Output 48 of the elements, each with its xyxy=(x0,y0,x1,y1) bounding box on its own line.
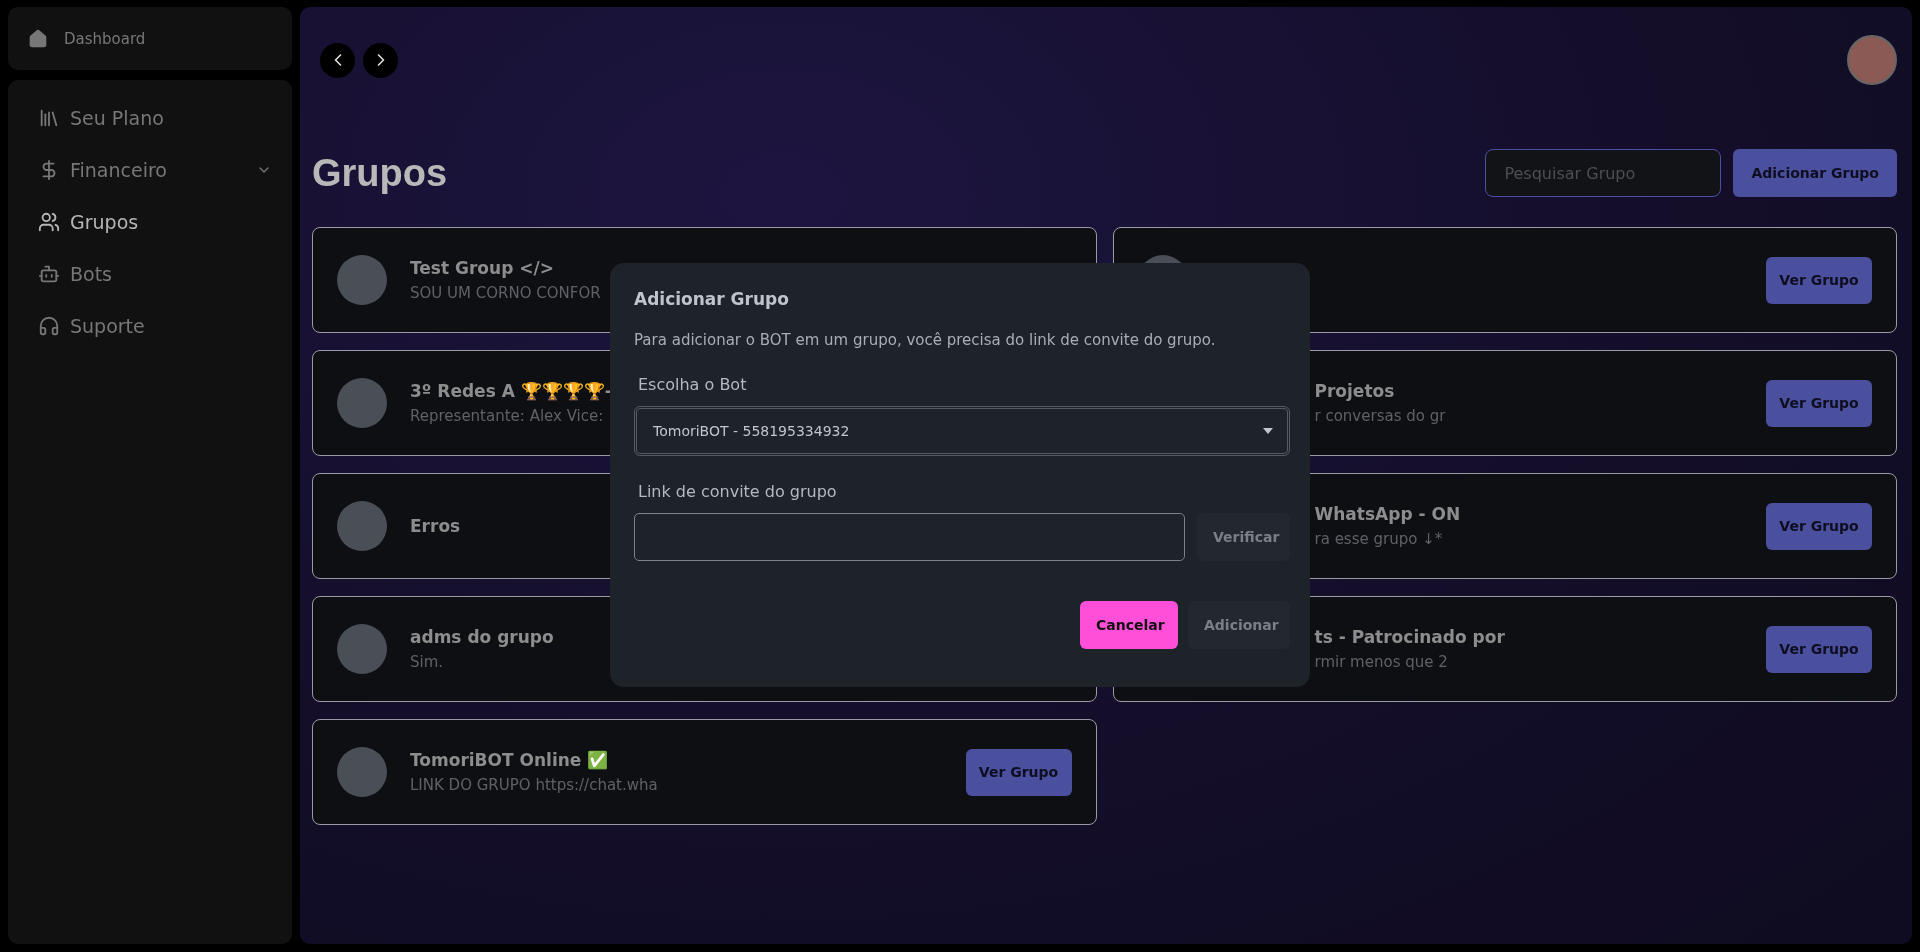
group-name: 3º Redes A 🏆🏆🏆🏆- xyxy=(410,381,612,401)
group-name: Projetos xyxy=(1314,381,1395,401)
view-group-button[interactable]: Ver Grupo xyxy=(1766,379,1872,427)
bot-select[interactable]: TomoriBOT - 558195334932 xyxy=(634,406,1290,456)
group-avatar xyxy=(337,255,387,305)
nav-icon xyxy=(38,263,60,285)
input-field[interactable] xyxy=(634,513,1185,561)
group-description: SOU UM CORNO CONFOR xyxy=(410,284,601,302)
group-description: Representante: Alex Vice: xyxy=(410,407,604,425)
view-group-button[interactable]: Ver Grupo xyxy=(1766,256,1872,304)
group-name: Erros xyxy=(410,516,461,536)
dropdown-triangle-icon xyxy=(1263,428,1273,434)
search-field[interactable]: Pesquisar Grupo xyxy=(1485,149,1722,197)
field-label: Link de convite do grupo xyxy=(638,482,838,501)
sidebar-item[interactable]: Suporte xyxy=(8,300,292,352)
dashboard-link[interactable]: Dashboard xyxy=(28,28,146,49)
view-group-button[interactable]: Ver Grupo xyxy=(1766,625,1872,673)
page-title: Grupos xyxy=(312,151,448,195)
group-name: adms do grupo xyxy=(410,627,554,647)
group-avatar xyxy=(337,501,387,551)
cancel-button[interactable]: Cancelar xyxy=(1080,601,1178,649)
group-description: Sim. xyxy=(410,653,444,671)
nav-icon xyxy=(38,107,60,129)
group-avatar xyxy=(337,624,387,674)
sidebar-item[interactable]: Bots xyxy=(8,248,292,300)
field-label: Escolha o Bot xyxy=(638,375,748,394)
group-avatar xyxy=(337,747,387,797)
group-name: TomoriBOT Online ✅ xyxy=(410,750,609,770)
group-name: WhatsApp - ON xyxy=(1314,504,1461,524)
group-avatar xyxy=(337,378,387,428)
group-description: rmir menos que 2 xyxy=(1314,653,1448,671)
dialog-title: Adicionar Grupo xyxy=(634,289,790,309)
group-name: ts - Patrocinado por xyxy=(1314,627,1505,647)
view-group-button[interactable]: Ver Grupo xyxy=(1766,502,1872,550)
dialog-description: Para adicionar o BOT em um grupo, você precisa do link de convite do grupo. xyxy=(634,331,1217,349)
sidebar-item[interactable]: Seu Plano xyxy=(8,92,292,144)
view-group-button[interactable]: Ver Grupo xyxy=(965,748,1072,796)
group-description: ra esse grupo ↓* xyxy=(1314,530,1443,548)
group-description: LINK DO GRUPO https://chat.wha xyxy=(410,776,658,794)
group-description: r conversas do gr xyxy=(1314,407,1446,425)
group-name: Test Group </> xyxy=(410,258,554,278)
nav-icon xyxy=(38,315,60,337)
add-group-button[interactable]: Adicionar Grupo xyxy=(1733,149,1897,197)
sidebar-item[interactable]: Financeiro xyxy=(8,144,292,196)
avatar-placeholder[interactable] xyxy=(1847,35,1897,85)
nav-icon xyxy=(38,211,60,233)
home-icon xyxy=(28,28,48,49)
sidebar-item[interactable]: Grupos xyxy=(8,196,292,248)
